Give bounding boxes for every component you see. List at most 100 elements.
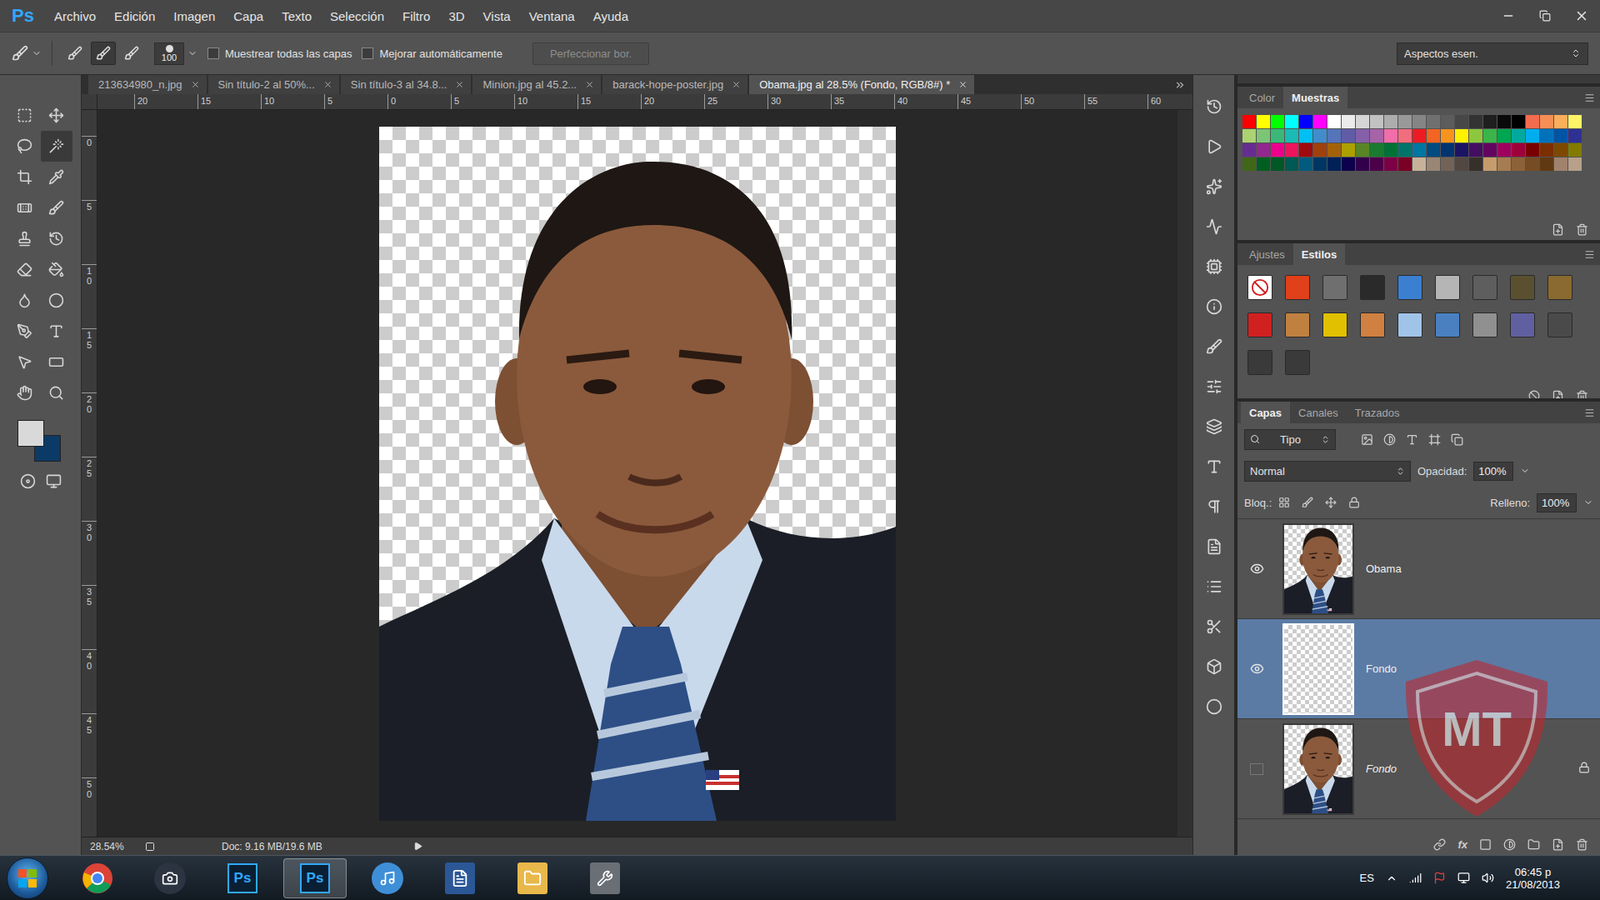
refine-edge-button[interactable]: Perfeccionar bor. (532, 42, 650, 65)
panel-button[interactable] (1193, 446, 1235, 487)
taskbar-app[interactable] (573, 858, 637, 899)
style-item[interactable] (1360, 275, 1385, 300)
close-tab-icon[interactable] (190, 80, 200, 90)
swatch[interactable] (1242, 143, 1256, 157)
tool-button[interactable] (40, 100, 73, 131)
close-tab-icon[interactable] (731, 80, 741, 90)
pixel-filter-icon[interactable] (1360, 433, 1374, 446)
swatch[interactable] (1525, 129, 1540, 143)
swatch[interactable] (1554, 129, 1568, 143)
tool-button[interactable] (9, 130, 41, 162)
checkbox-row[interactable]: Muestrear todas las capas (207, 47, 352, 60)
swatch[interactable] (1384, 115, 1398, 129)
mask-icon[interactable] (1479, 838, 1492, 851)
language-indicator[interactable]: ES (1360, 871, 1375, 885)
style-item[interactable] (1510, 312, 1535, 338)
swatch[interactable] (1285, 115, 1299, 129)
tool-button[interactable] (40, 223, 73, 255)
screen-mode-icon[interactable] (45, 473, 62, 490)
swatch[interactable] (1568, 129, 1582, 143)
swatch[interactable] (1327, 143, 1341, 157)
restore-button[interactable] (1526, 3, 1564, 29)
tool-button[interactable] (9, 315, 41, 347)
swatch[interactable] (1370, 115, 1384, 129)
menu-item[interactable]: Ventana (520, 5, 585, 27)
style-item[interactable] (1285, 350, 1310, 375)
swatch[interactable] (1440, 143, 1455, 157)
tool-button[interactable] (40, 254, 73, 285)
panel-button[interactable] (1193, 686, 1235, 727)
swatch[interactable] (1412, 143, 1426, 157)
swatch[interactable] (1313, 115, 1327, 129)
action-center-icon[interactable] (1433, 871, 1446, 885)
swatch[interactable] (1469, 129, 1483, 143)
swatch[interactable] (1327, 129, 1341, 143)
style-item[interactable] (1322, 275, 1348, 300)
lock-pixels-icon[interactable] (1301, 496, 1314, 509)
swatch[interactable] (1398, 157, 1412, 171)
swatch[interactable] (1540, 115, 1554, 129)
swatch[interactable] (1554, 157, 1568, 171)
swatch[interactable] (1511, 157, 1525, 171)
type-filter-icon[interactable] (1405, 433, 1419, 446)
swatch[interactable] (1540, 157, 1554, 171)
display-icon[interactable] (1457, 871, 1470, 885)
tool-button[interactable] (40, 161, 73, 193)
swatch[interactable] (1469, 157, 1483, 171)
close-tab-icon[interactable] (455, 80, 465, 90)
brush-size[interactable]: 100 (154, 42, 198, 65)
panel-button[interactable] (1193, 286, 1235, 327)
swatch[interactable] (1370, 129, 1384, 143)
taskbar-app[interactable] (138, 858, 202, 899)
panel-button[interactable] (1193, 566, 1235, 607)
style-item[interactable] (1472, 275, 1498, 300)
swatch[interactable] (1412, 157, 1426, 171)
swatch[interactable] (1455, 143, 1469, 157)
swatch[interactable] (1270, 129, 1285, 143)
tool-button[interactable] (9, 254, 41, 285)
smart-object-filter-icon[interactable] (1450, 433, 1464, 446)
menu-item[interactable]: Edición (105, 5, 165, 27)
style-item[interactable] (1397, 275, 1423, 300)
taskbar-app[interactable]: Ps (283, 858, 347, 899)
layer-row[interactable]: Obama (1237, 519, 1600, 620)
checkbox[interactable] (207, 47, 220, 60)
swatch[interactable] (1384, 143, 1398, 157)
document-tab[interactable]: barack-hope-poster.jpg (602, 75, 748, 95)
swatch[interactable] (1426, 143, 1440, 157)
panel-button[interactable] (1193, 246, 1235, 287)
close-button[interactable] (1563, 3, 1600, 29)
shape-filter-icon[interactable] (1428, 433, 1441, 446)
swatch[interactable] (1355, 143, 1370, 157)
tool-button[interactable] (9, 192, 41, 224)
panel-button[interactable] (1193, 646, 1235, 687)
swatch[interactable] (1497, 129, 1511, 143)
swatch[interactable] (1440, 157, 1455, 171)
tool-preset[interactable] (11, 45, 42, 62)
swatch[interactable] (1299, 115, 1313, 129)
swatch[interactable] (1497, 157, 1511, 171)
swatch[interactable] (1256, 115, 1270, 129)
panel-button[interactable] (1193, 126, 1235, 167)
panel-tab[interactable]: Muestras (1283, 86, 1348, 109)
swatch[interactable] (1483, 115, 1497, 129)
lock-all-icon[interactable] (1348, 496, 1360, 509)
tool-button[interactable] (40, 130, 73, 162)
link-icon[interactable] (1433, 838, 1446, 851)
zoom-level[interactable]: 28.54% (90, 840, 137, 853)
trash-icon[interactable] (1575, 223, 1589, 236)
taskbar-app[interactable]: Ps (210, 858, 275, 899)
menu-item[interactable]: Filtro (393, 5, 440, 27)
swatch[interactable] (1313, 143, 1327, 157)
swatch[interactable] (1426, 129, 1440, 143)
document-image[interactable] (379, 126, 896, 821)
panel-tab[interactable]: Trazados (1346, 401, 1409, 424)
swatch[interactable] (1270, 143, 1285, 157)
visibility-toggle[interactable] (1237, 561, 1276, 576)
swatch[interactable] (1299, 129, 1313, 143)
document-tab[interactable]: Minion.jpg al 45.2... (472, 75, 601, 95)
clock[interactable]: 06:45 p21/08/2013 (1505, 865, 1594, 891)
swatch[interactable] (1256, 143, 1270, 157)
lock-position-icon[interactable] (1325, 496, 1337, 509)
swatch[interactable] (1511, 115, 1525, 129)
